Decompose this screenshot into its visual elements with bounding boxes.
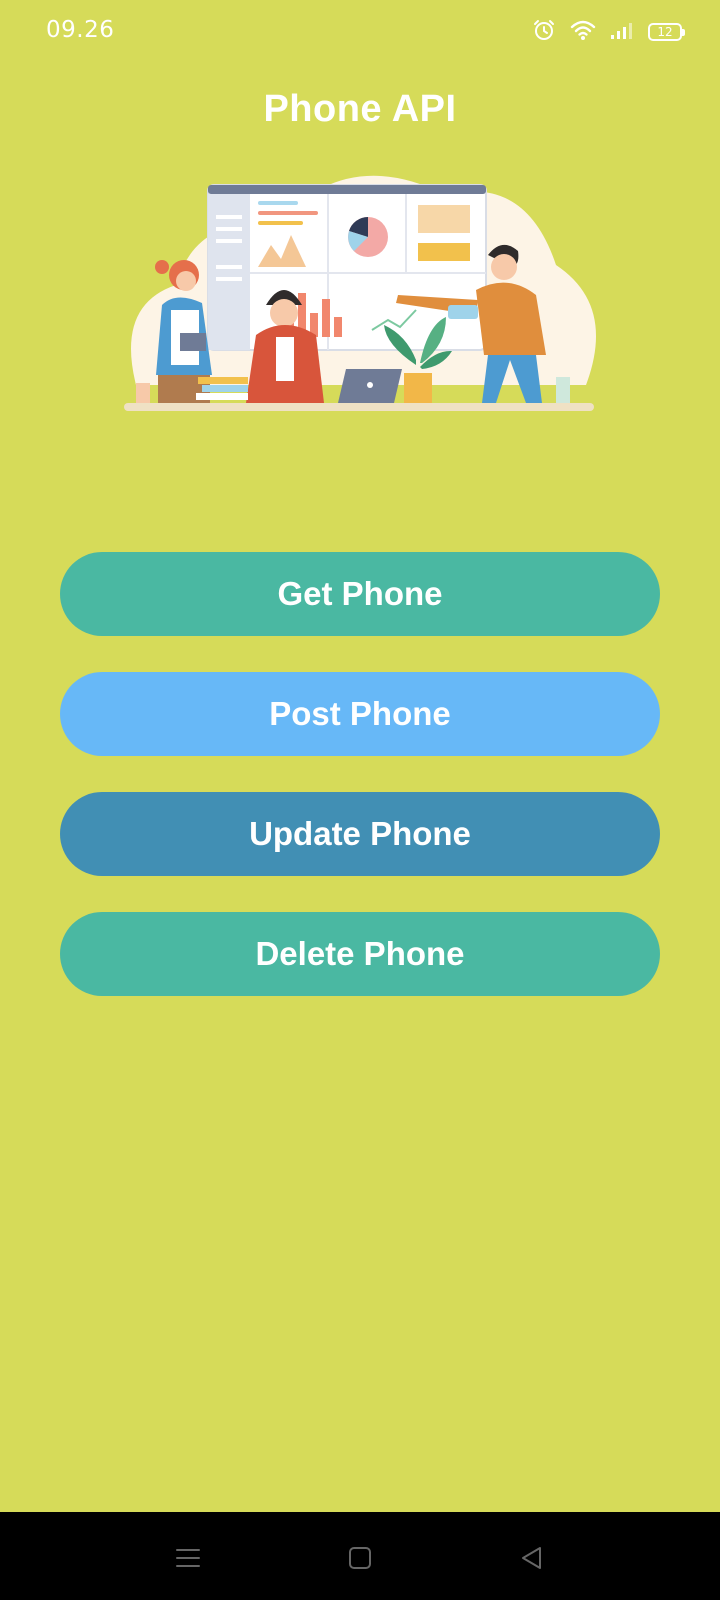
battery-level: 12: [657, 25, 673, 39]
status-icons: 12: [532, 18, 685, 47]
get-phone-button[interactable]: Get Phone: [60, 552, 660, 636]
menu-icon[interactable]: [168, 1538, 208, 1578]
status-time: 09.26: [46, 17, 115, 43]
signal-icon: [610, 20, 634, 45]
back-icon[interactable]: [512, 1538, 552, 1578]
wifi-icon: [570, 19, 596, 46]
hero-illustration: [116, 155, 606, 425]
battery-icon: 12: [648, 23, 685, 41]
home-icon[interactable]: [340, 1538, 380, 1578]
update-phone-button[interactable]: Update Phone: [60, 792, 660, 876]
page-title: Phone API: [263, 88, 457, 130]
status-bar: 09.26 12: [0, 0, 720, 64]
post-phone-button[interactable]: Post Phone: [60, 672, 660, 756]
alarm-icon: [532, 18, 556, 47]
delete-phone-button[interactable]: Delete Phone: [60, 912, 660, 996]
navigation-bar: [0, 1512, 720, 1600]
